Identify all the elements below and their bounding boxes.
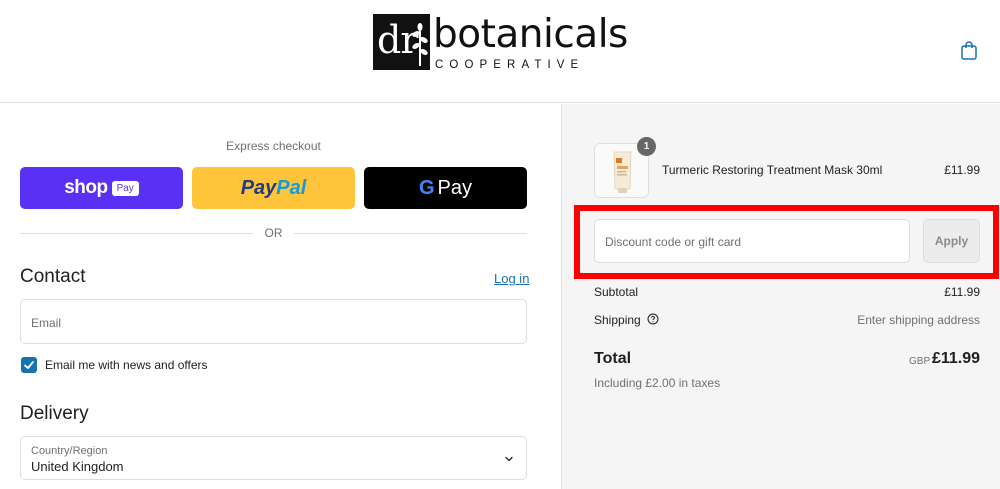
apply-discount-button[interactable]: Apply: [923, 219, 980, 263]
paypal-button[interactable]: Pay Pal: [192, 167, 355, 209]
subtotal-value: £11.99: [944, 285, 980, 299]
chevron-down-icon: [505, 456, 513, 462]
total-value: £11.99: [931, 350, 980, 367]
tax-note: Including £2.00 in taxes: [594, 376, 721, 390]
brand-logo[interactable]: dr botanicals COOPERATIVE: [373, 12, 628, 72]
logo-subtitle: COOPERATIVE: [435, 59, 585, 71]
discount-code-input[interactable]: Discount code or gift card: [594, 219, 910, 263]
or-divider: OR: [20, 224, 527, 242]
subtotal-label: Subtotal: [594, 285, 639, 299]
country-value: United Kingdom: [31, 459, 124, 474]
total-label: Total: [594, 350, 632, 367]
logo-mark-box: dr: [373, 14, 430, 70]
country-label: Country/Region: [31, 445, 108, 457]
shopping-bag-icon[interactable]: [960, 40, 978, 60]
header: dr botanicals COOPERATIVE: [0, 0, 1000, 103]
log-in-link[interactable]: Log in: [494, 271, 529, 286]
express-checkout-title: Express checkout: [226, 139, 321, 153]
contact-heading: Contact: [20, 266, 86, 287]
newsletter-label: Email me with news and offers: [45, 358, 208, 372]
email-field[interactable]: Email: [20, 299, 527, 344]
newsletter-checkbox[interactable]: [21, 357, 37, 373]
email-placeholder: Email: [31, 316, 62, 330]
product-price: £11.99: [944, 163, 980, 177]
shop-pay-brand: shop: [64, 177, 108, 198]
country-select[interactable]: Country/Region United Kingdom: [20, 436, 527, 480]
shipping-value: Enter shipping address: [857, 313, 980, 327]
paypal-logo-part2: Pal: [276, 176, 307, 199]
paypal-logo-part1: Pay: [240, 176, 277, 199]
google-pay-label: Pay: [437, 176, 473, 199]
shop-pay-button[interactable]: shop Pay: [20, 167, 183, 209]
discount-placeholder: Discount code or gift card: [605, 235, 742, 249]
google-pay-button[interactable]: G Pay: [364, 167, 527, 209]
checkmark-icon: [24, 361, 34, 369]
shop-pay-label: Pay: [111, 180, 139, 196]
logo-name: botanicals: [433, 12, 628, 57]
divider-line-right: [294, 233, 527, 234]
delivery-heading: Delivery: [20, 403, 89, 424]
leaf-icon: [412, 23, 428, 66]
quantity-badge: 1: [637, 137, 656, 156]
total-currency: GBP: [909, 356, 931, 367]
shipping-label: Shipping: [594, 313, 641, 327]
help-circle-icon[interactable]: [647, 313, 659, 325]
product-name: Turmeric Restoring Treatment Mask 30ml: [662, 163, 883, 177]
google-g-icon: G: [418, 176, 435, 199]
